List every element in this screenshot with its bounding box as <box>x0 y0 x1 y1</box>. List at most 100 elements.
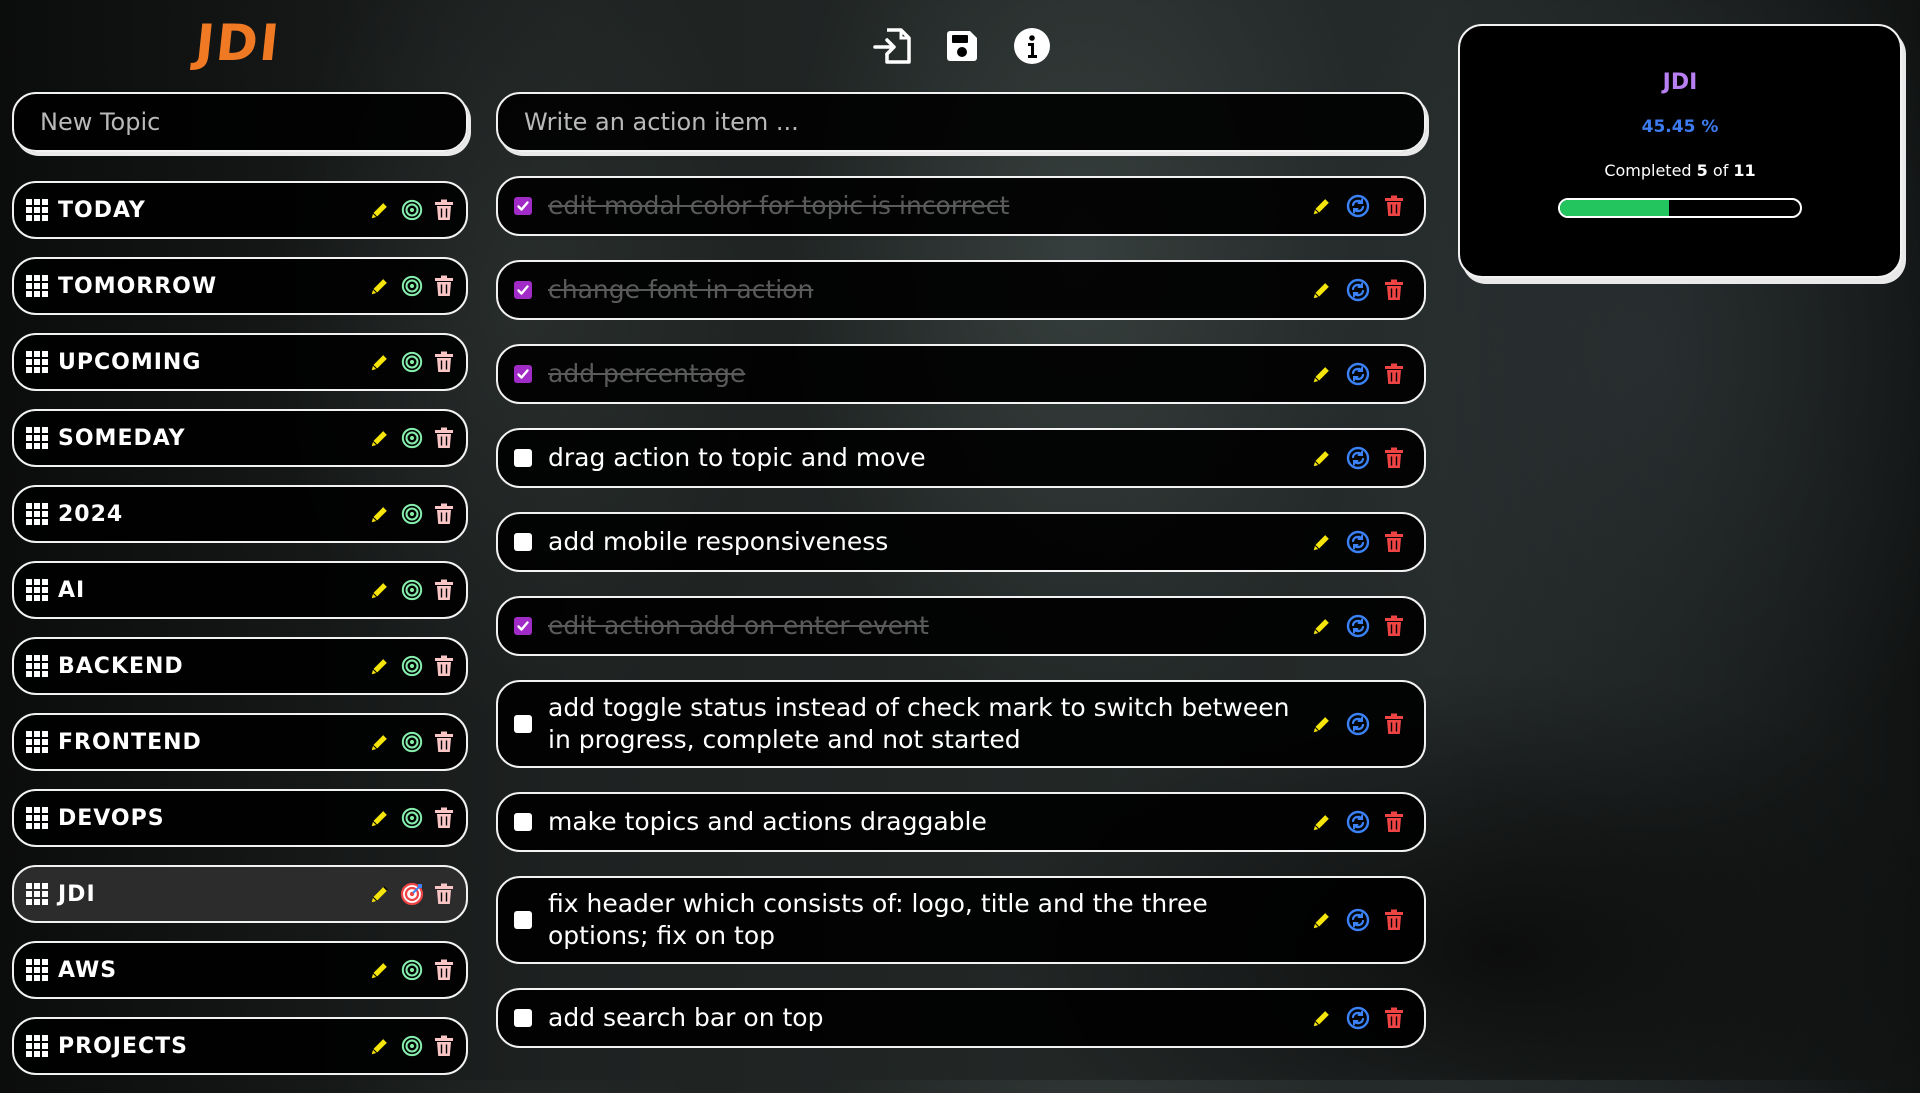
topic-item[interactable]: 2024 <box>12 485 468 543</box>
focus-target-icon[interactable] <box>400 730 424 754</box>
action-checkbox[interactable] <box>514 281 532 299</box>
edit-action-icon[interactable] <box>1310 810 1334 834</box>
delete-action-icon[interactable] <box>1382 530 1406 554</box>
save-icon[interactable] <box>942 26 982 66</box>
topic-item[interactable]: PROJECTS <box>12 1017 468 1075</box>
focus-target-icon[interactable] <box>400 882 424 906</box>
topic-item[interactable]: FRONTEND <box>12 713 468 771</box>
topic-item[interactable]: BACKEND <box>12 637 468 695</box>
focus-target-icon[interactable] <box>400 654 424 678</box>
focus-target-icon[interactable] <box>400 806 424 830</box>
new-topic-field[interactable] <box>12 92 468 152</box>
new-action-field[interactable] <box>496 92 1426 152</box>
action-checkbox[interactable] <box>514 197 532 215</box>
delete-topic-icon[interactable] <box>432 578 456 602</box>
edit-topic-icon[interactable] <box>368 502 392 526</box>
edit-action-icon[interactable] <box>1310 1006 1334 1030</box>
edit-action-icon[interactable] <box>1310 614 1334 638</box>
action-checkbox[interactable] <box>514 813 532 831</box>
edit-topic-icon[interactable] <box>368 578 392 602</box>
delete-topic-icon[interactable] <box>432 426 456 450</box>
edit-topic-icon[interactable] <box>368 198 392 222</box>
edit-action-icon[interactable] <box>1310 446 1334 470</box>
completed-count: 5 <box>1696 161 1708 180</box>
delete-topic-icon[interactable] <box>432 882 456 906</box>
delete-action-icon[interactable] <box>1382 194 1406 218</box>
focus-target-icon[interactable] <box>400 578 424 602</box>
focus-target-icon[interactable] <box>400 502 424 526</box>
topic-item[interactable]: AWS <box>12 941 468 999</box>
focus-target-icon[interactable] <box>400 198 424 222</box>
focus-target-icon[interactable] <box>400 1034 424 1058</box>
delete-action-icon[interactable] <box>1382 712 1406 736</box>
move-action-icon[interactable] <box>1346 614 1370 638</box>
topic-item[interactable]: TODAY <box>12 181 468 239</box>
focus-target-icon[interactable] <box>400 274 424 298</box>
move-action-icon[interactable] <box>1346 194 1370 218</box>
focus-target-icon[interactable] <box>400 426 424 450</box>
action-checkbox[interactable] <box>514 533 532 551</box>
action-checkbox[interactable] <box>514 1009 532 1027</box>
topic-item[interactable]: JDI <box>12 865 468 923</box>
delete-topic-icon[interactable] <box>432 502 456 526</box>
completed-summary: Completed 5 of 11 <box>1460 161 1900 180</box>
import-icon[interactable] <box>872 26 912 66</box>
delete-action-icon[interactable] <box>1382 278 1406 302</box>
topic-item[interactable]: DEVOPS <box>12 789 468 847</box>
action-checkbox[interactable] <box>514 911 532 929</box>
edit-action-icon[interactable] <box>1310 278 1334 302</box>
move-action-icon[interactable] <box>1346 810 1370 834</box>
edit-action-icon[interactable] <box>1310 712 1334 736</box>
delete-action-icon[interactable] <box>1382 362 1406 386</box>
move-action-icon[interactable] <box>1346 530 1370 554</box>
edit-topic-icon[interactable] <box>368 426 392 450</box>
delete-topic-icon[interactable] <box>432 1034 456 1058</box>
edit-topic-icon[interactable] <box>368 730 392 754</box>
delete-action-icon[interactable] <box>1382 908 1406 932</box>
focus-target-icon[interactable] <box>400 958 424 982</box>
move-action-icon[interactable] <box>1346 908 1370 932</box>
info-icon[interactable] <box>1012 26 1052 66</box>
edit-action-icon[interactable] <box>1310 362 1334 386</box>
edit-topic-icon[interactable] <box>368 806 392 830</box>
delete-action-icon[interactable] <box>1382 446 1406 470</box>
action-checkbox[interactable] <box>514 617 532 635</box>
move-action-icon[interactable] <box>1346 712 1370 736</box>
delete-topic-icon[interactable] <box>432 958 456 982</box>
edit-topic-icon[interactable] <box>368 882 392 906</box>
topic-item[interactable]: AI <box>12 561 468 619</box>
delete-topic-icon[interactable] <box>432 654 456 678</box>
new-action-input[interactable] <box>522 107 1338 137</box>
edit-action-icon[interactable] <box>1310 194 1334 218</box>
move-action-icon[interactable] <box>1346 1006 1370 1030</box>
delete-action-icon[interactable] <box>1382 1006 1406 1030</box>
delete-action-icon[interactable] <box>1382 810 1406 834</box>
action-checkbox[interactable] <box>514 365 532 383</box>
move-action-icon[interactable] <box>1346 362 1370 386</box>
focus-target-icon[interactable] <box>400 350 424 374</box>
edit-topic-icon[interactable] <box>368 958 392 982</box>
edit-action-icon[interactable] <box>1310 530 1334 554</box>
topic-label: FRONTEND <box>58 729 202 755</box>
new-topic-input[interactable] <box>38 107 428 137</box>
action-item: add search bar on top <box>496 988 1426 1048</box>
edit-topic-icon[interactable] <box>368 654 392 678</box>
delete-action-icon[interactable] <box>1382 614 1406 638</box>
delete-topic-icon[interactable] <box>432 274 456 298</box>
delete-topic-icon[interactable] <box>432 350 456 374</box>
edit-topic-icon[interactable] <box>368 1034 392 1058</box>
move-action-icon[interactable] <box>1346 278 1370 302</box>
action-checkbox[interactable] <box>514 449 532 467</box>
topic-item[interactable]: TOMORROW <box>12 257 468 315</box>
action-text: change font in action <box>548 275 814 304</box>
action-checkbox[interactable] <box>514 715 532 733</box>
topic-item[interactable]: UPCOMING <box>12 333 468 391</box>
move-action-icon[interactable] <box>1346 446 1370 470</box>
edit-topic-icon[interactable] <box>368 350 392 374</box>
delete-topic-icon[interactable] <box>432 730 456 754</box>
edit-topic-icon[interactable] <box>368 274 392 298</box>
delete-topic-icon[interactable] <box>432 198 456 222</box>
edit-action-icon[interactable] <box>1310 908 1334 932</box>
delete-topic-icon[interactable] <box>432 806 456 830</box>
topic-item[interactable]: SOMEDAY <box>12 409 468 467</box>
